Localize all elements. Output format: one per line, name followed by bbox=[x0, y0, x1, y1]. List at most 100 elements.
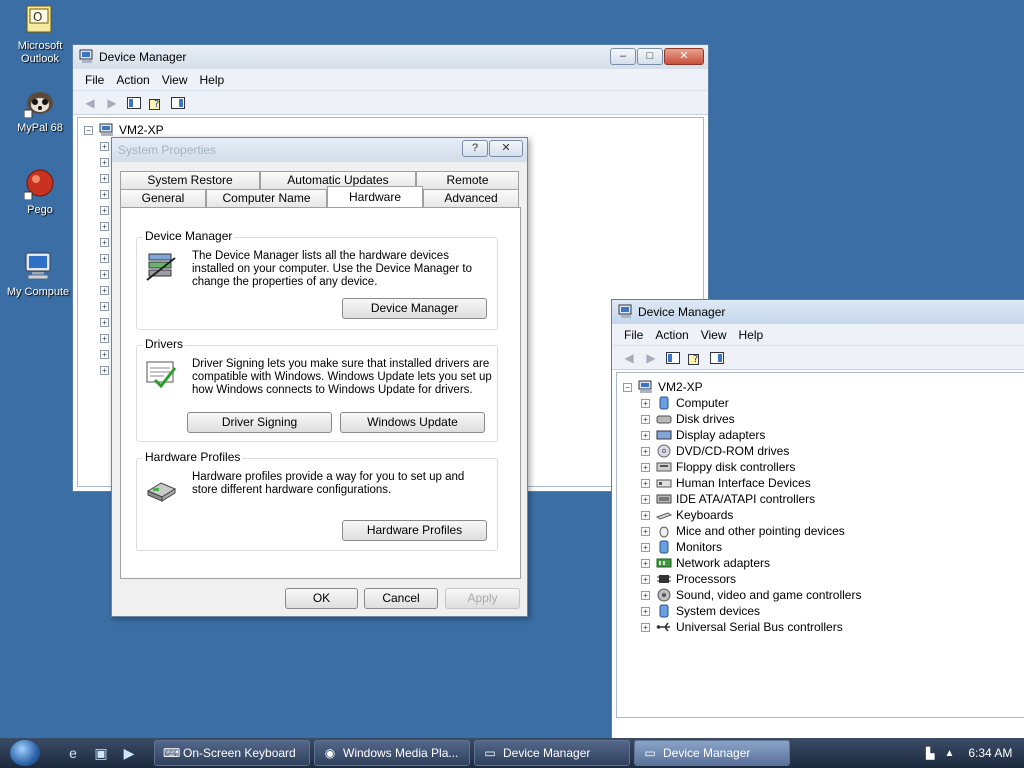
expand-icon[interactable]: + bbox=[100, 173, 109, 183]
expand-icon[interactable]: + bbox=[641, 430, 650, 440]
expand-icon[interactable]: + bbox=[100, 365, 109, 375]
expand-icon[interactable]: + bbox=[100, 221, 109, 231]
expand-icon[interactable]: + bbox=[100, 205, 109, 215]
device-manager-window-front[interactable]: Device Manager File Action View Help ◀ ▶… bbox=[611, 299, 1024, 739]
maximize-button[interactable]: □ bbox=[637, 48, 663, 65]
action-pane-icon[interactable] bbox=[167, 94, 189, 112]
minimize-button[interactable]: – bbox=[610, 48, 636, 65]
menu-view[interactable]: View bbox=[695, 328, 733, 342]
taskbar-item-device-manager-2[interactable]: ▭ Device Manager bbox=[634, 740, 790, 766]
menu-action[interactable]: Action bbox=[649, 328, 694, 342]
collapse-icon[interactable]: − bbox=[84, 125, 93, 135]
title-bar[interactable]: Device Manager – □ ✕ bbox=[73, 45, 708, 69]
expand-icon[interactable]: + bbox=[100, 189, 109, 199]
menu-help[interactable]: Help bbox=[194, 73, 231, 87]
tree-node-hid[interactable]: + Human Interface Devices bbox=[641, 475, 1024, 491]
expand-icon[interactable]: + bbox=[100, 333, 109, 343]
close-button[interactable]: ✕ bbox=[489, 140, 523, 157]
menu-view[interactable]: View bbox=[156, 73, 194, 87]
expand-icon[interactable]: + bbox=[100, 157, 109, 167]
expand-icon[interactable]: + bbox=[100, 317, 109, 327]
tree-node-processors[interactable]: + Processors bbox=[641, 571, 1024, 587]
windows-update-button[interactable]: Windows Update bbox=[340, 412, 485, 433]
expand-icon[interactable]: + bbox=[641, 542, 650, 552]
tab-remote[interactable]: Remote bbox=[416, 171, 519, 189]
tree-root[interactable]: − VM2-XP bbox=[78, 122, 703, 138]
hardware-profiles-button[interactable]: Hardware Profiles bbox=[342, 520, 487, 541]
tab-advanced[interactable]: Advanced bbox=[423, 189, 519, 207]
tree-node-network-adapters[interactable]: + Network adapters bbox=[641, 555, 1024, 571]
expand-icon[interactable]: + bbox=[641, 622, 650, 632]
menu-file[interactable]: File bbox=[79, 73, 110, 87]
expand-icon[interactable]: + bbox=[100, 237, 109, 247]
tab-hardware[interactable]: Hardware bbox=[327, 186, 423, 207]
system-properties-dialog[interactable]: System Properties ? ✕ System Restore Aut… bbox=[111, 137, 528, 617]
expand-icon[interactable]: + bbox=[641, 574, 650, 584]
internet-explorer-icon[interactable]: e bbox=[64, 744, 82, 762]
back-arrow-icon[interactable]: ◀ bbox=[618, 349, 640, 367]
tree-node-display-adapters[interactable]: + Display adapters bbox=[641, 427, 1024, 443]
tree-node-ide-controllers[interactable]: + IDE ATA/ATAPI controllers bbox=[641, 491, 1024, 507]
tree-node-usb-controllers[interactable]: + Universal Serial Bus controllers bbox=[641, 619, 1024, 635]
console-tree-icon[interactable] bbox=[662, 349, 684, 367]
network-icon[interactable]: ▙ bbox=[926, 747, 934, 760]
tree-node-disk-drives[interactable]: + Disk drives bbox=[641, 411, 1024, 427]
tab-general[interactable]: General bbox=[120, 189, 206, 207]
show-desktop-icon[interactable]: ▣ bbox=[92, 744, 110, 762]
driver-signing-button[interactable]: Driver Signing bbox=[187, 412, 332, 433]
expand-icon[interactable]: + bbox=[641, 590, 650, 600]
expand-icon[interactable]: + bbox=[100, 301, 109, 311]
properties-help-icon[interactable]: ? bbox=[145, 94, 167, 112]
expand-icon[interactable]: + bbox=[641, 494, 650, 504]
desktop-icon-pego[interactable]: Pego bbox=[2, 168, 78, 217]
expand-icon[interactable]: + bbox=[641, 558, 650, 568]
menu-action[interactable]: Action bbox=[110, 73, 155, 87]
console-tree-icon[interactable] bbox=[123, 94, 145, 112]
expand-icon[interactable]: + bbox=[100, 253, 109, 263]
expand-icon[interactable]: + bbox=[100, 269, 109, 279]
cancel-button[interactable]: Cancel bbox=[364, 588, 438, 609]
tree-root[interactable]: − VM2-XP bbox=[617, 379, 1024, 395]
expand-icon[interactable]: + bbox=[100, 285, 109, 295]
properties-help-icon[interactable]: ? bbox=[684, 349, 706, 367]
taskbar-item-device-manager-1[interactable]: ▭ Device Manager bbox=[474, 740, 630, 766]
title-bar[interactable]: Device Manager bbox=[612, 300, 1024, 324]
expand-icon[interactable]: + bbox=[641, 414, 650, 424]
taskbar-item-media-player[interactable]: ◉ Windows Media Pla... bbox=[314, 740, 470, 766]
expand-icon[interactable]: + bbox=[641, 478, 650, 488]
ok-button[interactable]: OK bbox=[285, 588, 358, 609]
tree-node-computer[interactable]: + Computer bbox=[641, 395, 1024, 411]
desktop-icon-my-computer[interactable]: My Compute bbox=[0, 250, 76, 299]
expand-icon[interactable]: + bbox=[100, 349, 109, 359]
expand-icon[interactable]: + bbox=[100, 141, 109, 151]
tree-node-floppy-controllers[interactable]: + Floppy disk controllers bbox=[641, 459, 1024, 475]
media-player-icon[interactable]: ▶ bbox=[120, 744, 138, 762]
device-tree[interactable]: − VM2-XP + Computer + Disk drives + Display… bbox=[616, 372, 1024, 718]
forward-arrow-icon[interactable]: ▶ bbox=[101, 94, 123, 112]
tree-node-mice[interactable]: + Mice and other pointing devices bbox=[641, 523, 1024, 539]
expand-icon[interactable]: + bbox=[641, 606, 650, 616]
tab-computer-name[interactable]: Computer Name bbox=[206, 189, 327, 207]
close-button[interactable]: ✕ bbox=[664, 48, 704, 65]
expand-icon[interactable]: + bbox=[641, 398, 650, 408]
back-arrow-icon[interactable]: ◀ bbox=[79, 94, 101, 112]
tree-node-sound[interactable]: + Sound, video and game controllers bbox=[641, 587, 1024, 603]
collapse-icon[interactable]: − bbox=[623, 382, 632, 392]
desktop-icon-mypal[interactable]: MyPal 68 bbox=[2, 86, 78, 135]
tree-node-monitors[interactable]: + Monitors bbox=[641, 539, 1024, 555]
forward-arrow-icon[interactable]: ▶ bbox=[640, 349, 662, 367]
taskbar-item-on-screen-keyboard[interactable]: ⌨ On-Screen Keyboard bbox=[154, 740, 310, 766]
expand-icon[interactable]: + bbox=[641, 462, 650, 472]
start-button[interactable] bbox=[10, 740, 40, 766]
expand-icon[interactable]: + bbox=[641, 526, 650, 536]
tab-system-restore[interactable]: System Restore bbox=[120, 171, 260, 189]
menu-file[interactable]: File bbox=[618, 328, 649, 342]
chevron-up-icon[interactable]: ▲ bbox=[944, 748, 954, 759]
clock[interactable]: 6:34 AM bbox=[968, 746, 1012, 760]
menu-help[interactable]: Help bbox=[733, 328, 770, 342]
tree-node-keyboards[interactable]: + Keyboards bbox=[641, 507, 1024, 523]
device-manager-button[interactable]: Device Manager bbox=[342, 298, 487, 319]
expand-icon[interactable]: + bbox=[641, 446, 650, 456]
action-pane-icon[interactable] bbox=[706, 349, 728, 367]
apply-button[interactable]: Apply bbox=[445, 588, 520, 609]
